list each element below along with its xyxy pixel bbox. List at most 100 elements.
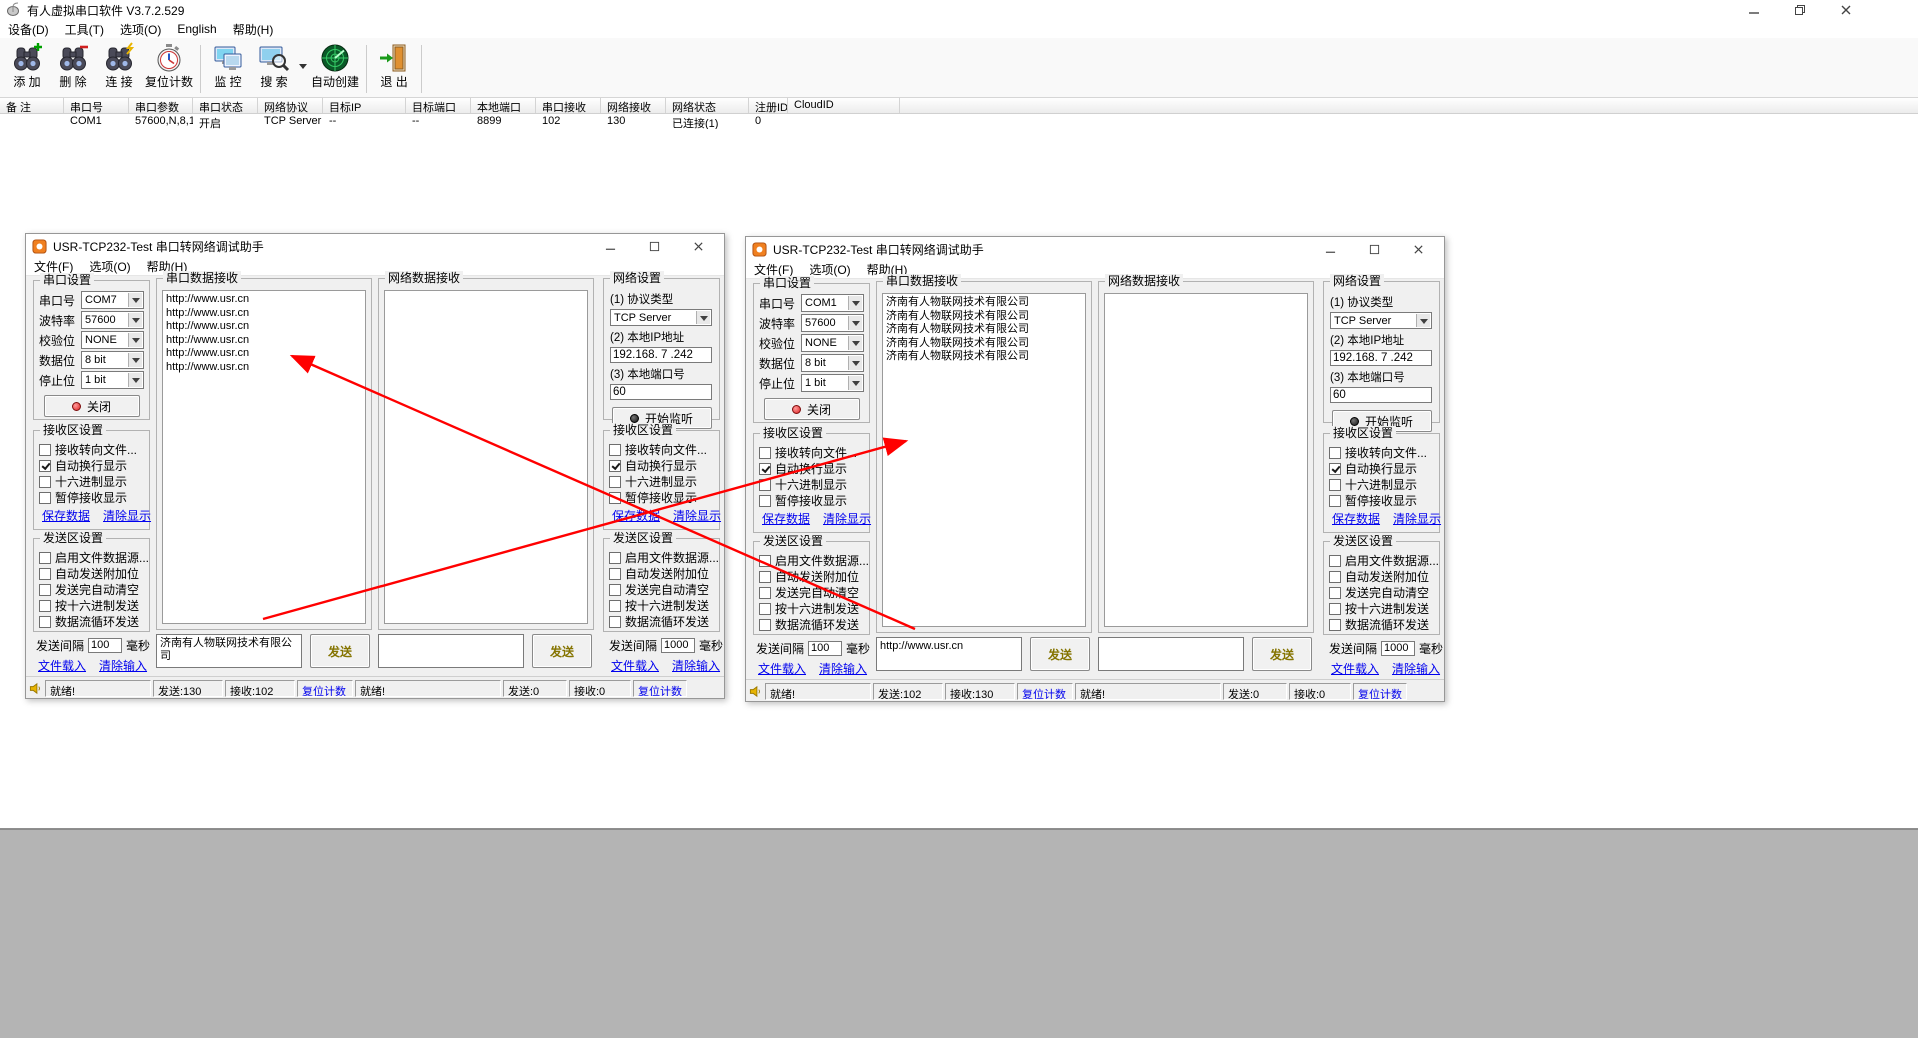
checkbox[interactable] (609, 460, 621, 472)
checkbox[interactable] (609, 600, 621, 612)
send-interval-input[interactable]: 100 (88, 638, 122, 653)
checkbox[interactable] (39, 460, 51, 472)
checkbox-option[interactable]: 自动换行显示 (39, 458, 144, 473)
combo-select[interactable]: NONE (801, 334, 864, 352)
protocol-select[interactable]: TCP Server (610, 309, 712, 326)
checkbox-option[interactable]: 发送完自动清空 (759, 585, 864, 600)
checkbox[interactable] (759, 587, 771, 599)
protocol-select[interactable]: TCP Server (1330, 312, 1432, 329)
close-button[interactable] (1834, 3, 1858, 18)
network-receive-area[interactable] (1104, 293, 1308, 627)
checkbox-option[interactable]: 启用文件数据源... (609, 550, 714, 565)
column-header[interactable]: 备 注 (0, 98, 64, 113)
checkbox[interactable] (39, 584, 51, 596)
checkbox[interactable] (39, 552, 51, 564)
checkbox-option[interactable]: 启用文件数据源... (1329, 553, 1434, 568)
combo-select[interactable]: 57600 (81, 311, 144, 329)
checkbox-option[interactable]: 启用文件数据源... (39, 550, 144, 565)
checkbox-option[interactable]: 启用文件数据源... (759, 553, 864, 568)
checkbox[interactable] (1329, 603, 1341, 615)
window-titlebar[interactable]: USR-TCP232-Test 串口转网络调试助手 (26, 234, 724, 258)
checkbox[interactable] (1329, 571, 1341, 583)
checkbox-option[interactable]: 自动换行显示 (609, 458, 714, 473)
network-send-button[interactable]: 发送 (1252, 637, 1312, 671)
combo-select[interactable]: NONE (81, 331, 144, 349)
checkbox-option[interactable]: 十六进制显示 (1329, 477, 1434, 492)
toolbar-exit-button[interactable]: 退 出 (371, 41, 417, 89)
checkbox[interactable] (609, 476, 621, 488)
serial-send-input[interactable]: http://www.usr.cn (876, 637, 1022, 671)
combo-select[interactable]: 8 bit (81, 351, 144, 369)
action-link[interactable]: 清除显示 (1393, 510, 1441, 527)
checkbox[interactable] (759, 479, 771, 491)
checkbox-option[interactable]: 自动发送附加位 (39, 566, 144, 581)
column-header[interactable]: 目标端口 (406, 98, 471, 113)
checkbox-option[interactable]: 接收转向文件... (759, 445, 864, 460)
serial-receive-area[interactable]: http://www.usr.cnhttp://www.usr.cnhttp:/… (162, 290, 366, 624)
checkbox[interactable] (609, 444, 621, 456)
menubar-item[interactable]: 设备(D) (0, 20, 57, 39)
checkbox-option[interactable]: 接收转向文件... (39, 442, 144, 457)
checkbox-option[interactable]: 自动发送附加位 (1329, 569, 1434, 584)
action-link[interactable]: 清除显示 (823, 510, 871, 527)
open-close-port-button[interactable]: 关闭 (44, 395, 140, 417)
combo-select[interactable]: COM7 (81, 291, 144, 309)
checkbox[interactable] (39, 492, 51, 504)
minimize-button[interactable] (1318, 242, 1342, 257)
open-close-port-button[interactable]: 关闭 (764, 398, 860, 420)
action-link[interactable]: 清除显示 (673, 507, 721, 524)
checkbox-option[interactable]: 自动发送附加位 (609, 566, 714, 581)
minimize-button[interactable] (1742, 3, 1766, 18)
toolbar-search-button[interactable]: 搜 索 (251, 41, 297, 89)
checkbox[interactable] (759, 447, 771, 459)
checkbox[interactable] (759, 603, 771, 615)
local-port-input[interactable]: 60 (610, 384, 712, 400)
table-row[interactable]: COM157600,N,8,1开启TCP Server----889910213… (0, 114, 1918, 129)
checkbox-option[interactable]: 发送完自动清空 (39, 582, 144, 597)
reset-count-link[interactable]: 复位计数 (1353, 683, 1407, 700)
send-interval-input[interactable]: 100 (808, 641, 842, 656)
checkbox[interactable] (759, 571, 771, 583)
checkbox-option[interactable]: 十六进制显示 (759, 477, 864, 492)
minimize-button[interactable] (598, 239, 622, 254)
checkbox[interactable] (1329, 587, 1341, 599)
restore-button[interactable] (1788, 3, 1812, 18)
network-receive-area[interactable] (384, 290, 588, 624)
checkbox[interactable] (609, 616, 621, 628)
checkbox[interactable] (759, 555, 771, 567)
column-header[interactable]: 串口参数 (129, 98, 193, 113)
checkbox[interactable] (39, 444, 51, 456)
action-link[interactable]: 清除显示 (103, 507, 151, 524)
checkbox-option[interactable]: 数据流循环发送 (759, 617, 864, 632)
checkbox-option[interactable]: 暂停接收显示 (39, 490, 144, 505)
action-link[interactable]: 保存数据 (1332, 510, 1380, 527)
toolbar-monitor-button[interactable]: 监 控 (205, 41, 251, 89)
network-send-button[interactable]: 发送 (532, 634, 592, 668)
local-ip-input[interactable]: 192.168. 7 .242 (610, 347, 712, 363)
checkbox[interactable] (39, 600, 51, 612)
checkbox[interactable] (609, 552, 621, 564)
checkbox-option[interactable]: 发送完自动清空 (609, 582, 714, 597)
action-link[interactable]: 保存数据 (612, 507, 660, 524)
checkbox-option[interactable]: 按十六进制发送 (609, 598, 714, 613)
maximize-button[interactable] (642, 239, 666, 254)
checkbox-option[interactable]: 接收转向文件... (609, 442, 714, 457)
column-header[interactable]: 串口状态 (193, 98, 258, 113)
action-link[interactable]: 文件载入 (611, 657, 659, 674)
main-titlebar[interactable]: 有人虚拟串口软件 V3.7.2.529 (0, 0, 1918, 20)
local-ip-input[interactable]: 192.168. 7 .242 (1330, 350, 1432, 366)
checkbox-option[interactable]: 自动发送附加位 (759, 569, 864, 584)
checkbox[interactable] (1329, 463, 1341, 475)
column-header[interactable]: CloudID (788, 98, 900, 113)
checkbox-option[interactable]: 暂停接收显示 (1329, 493, 1434, 508)
serial-send-button[interactable]: 发送 (1030, 637, 1090, 671)
combo-select[interactable]: 57600 (801, 314, 864, 332)
combo-select[interactable]: COM1 (801, 294, 864, 312)
serial-send-button[interactable]: 发送 (310, 634, 370, 668)
checkbox[interactable] (759, 495, 771, 507)
local-port-input[interactable]: 60 (1330, 387, 1432, 403)
checkbox[interactable] (1329, 555, 1341, 567)
checkbox[interactable] (39, 476, 51, 488)
column-header[interactable]: 串口号 (64, 98, 129, 113)
action-link[interactable]: 清除输入 (99, 657, 147, 674)
